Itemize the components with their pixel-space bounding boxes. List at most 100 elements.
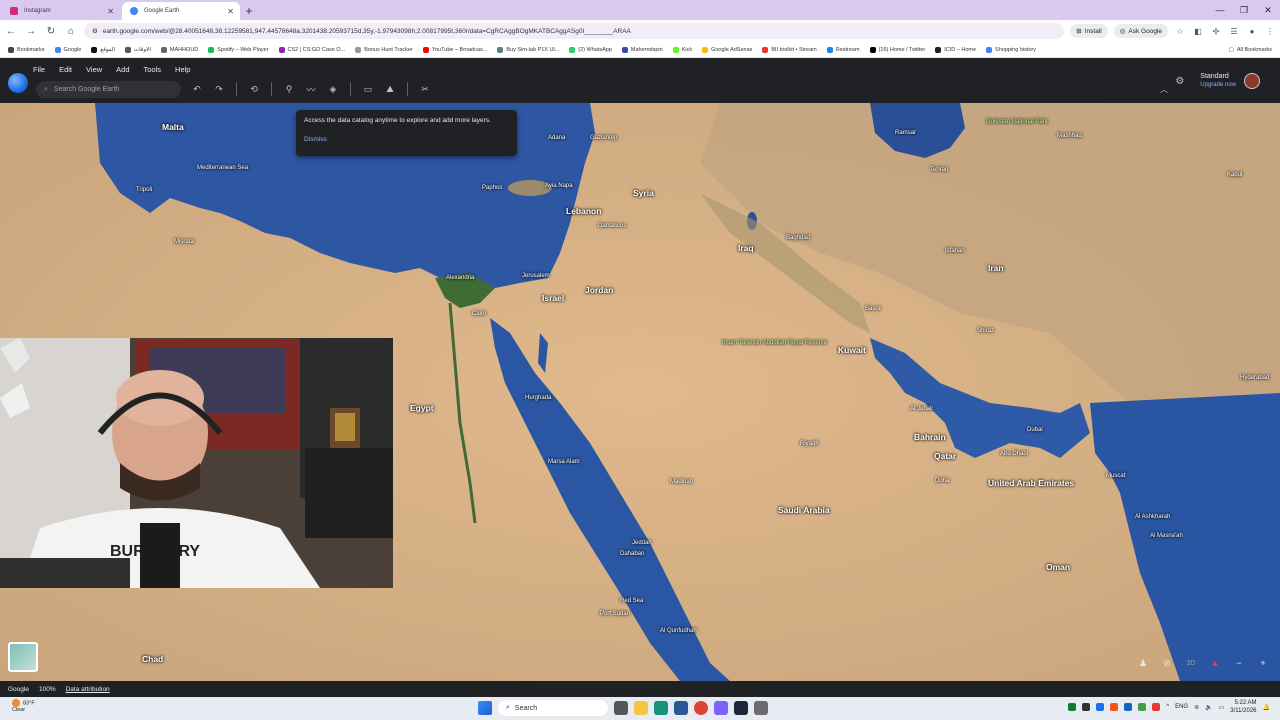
bookmark-item[interactable]: ICID – Home — [935, 46, 976, 53]
bookmark-item[interactable]: الاوقات — [125, 46, 151, 53]
bookmark-item[interactable]: الموقع — [91, 46, 115, 53]
tray-app-icon[interactable] — [1138, 703, 1147, 711]
tray-app-icon[interactable] — [1096, 703, 1105, 711]
map-label-muscat[interactable]: Muscat — [1106, 473, 1125, 479]
tray-app-icon[interactable] — [1152, 703, 1161, 711]
bookmark-item[interactable]: Google — [54, 46, 81, 53]
bookmark-item[interactable]: Google AdSense — [702, 46, 752, 53]
draw-path-icon[interactable]: 〰 — [304, 82, 318, 96]
map-label-kuwait[interactable]: Kuwait — [838, 345, 866, 355]
hide-3d-icon[interactable]: ⊘ — [1158, 655, 1176, 671]
map-label-shiraz[interactable]: Shiraz — [977, 328, 994, 334]
reload-icon[interactable]: ↻ — [44, 24, 58, 38]
settings-icon[interactable] — [754, 701, 768, 715]
map-label-misrata[interactable]: Misrata — [174, 239, 194, 245]
map-label-abu-dhabi[interactable]: Abu Dhabi — [1000, 451, 1028, 457]
install-button[interactable]: ⊞ Install — [1070, 24, 1108, 38]
bookmark-item[interactable]: BII toolkit • Stream — [762, 46, 817, 53]
add-placemark-icon[interactable]: ⚲ — [282, 82, 296, 96]
map-label-medina[interactable]: Madinah — [670, 479, 693, 485]
map-label-doha[interactable]: Doha — [935, 478, 949, 484]
settings-gear-icon[interactable]: ⚙ — [1175, 76, 1184, 87]
extensions-puzzle-icon[interactable]: ✣ — [1210, 25, 1222, 37]
map-style-thumbnail[interactable] — [8, 642, 38, 672]
map-label-ayia-napa[interactable]: Ayia Napa — [545, 183, 573, 189]
map-label-hurghada[interactable]: Hurghada — [525, 395, 551, 401]
language-indicator[interactable]: ENG — [1175, 704, 1188, 710]
redo-icon[interactable]: ↷ — [212, 82, 226, 96]
menu-view[interactable]: View — [86, 65, 102, 74]
maximize-icon[interactable]: ❐ — [1232, 0, 1256, 20]
map-label-tripoli[interactable]: Tripoli — [136, 187, 152, 193]
map-label-dubai[interactable]: Dubai — [1027, 427, 1043, 433]
site-info-icon[interactable]: ⚙ — [92, 27, 98, 35]
bookmark-item[interactable]: (2) WhatsApp — [569, 46, 612, 53]
map-label-malta[interactable]: Malta — [162, 122, 184, 132]
map-label-iraq[interactable]: Iraq — [738, 243, 754, 253]
file-explorer-icon[interactable] — [634, 701, 648, 715]
tab-instagram[interactable]: Instagram ✕ — [2, 2, 120, 20]
close-tab-icon[interactable]: ✕ — [107, 7, 114, 16]
pegman-icon[interactable]: ♟ — [1134, 655, 1152, 671]
task-view-icon[interactable] — [614, 701, 628, 715]
map-label-marsa-alam[interactable]: Marsa Alam — [548, 459, 580, 465]
bookmark-item[interactable]: CS2 | CS:GO Case O... — [278, 46, 345, 53]
map-label-israel[interactable]: Israel — [542, 293, 564, 303]
bookmark-item[interactable]: Shopping history — [986, 46, 1036, 53]
tray-app-icon[interactable] — [1082, 703, 1091, 711]
map-label-uae[interactable]: United Arab Emirates — [988, 478, 1074, 488]
bluetooth-icon[interactable] — [1124, 703, 1133, 711]
map-label-kabul[interactable]: Kabul — [1227, 172, 1242, 178]
close-tab-icon[interactable]: ✕ — [227, 7, 234, 16]
google-earth-logo-icon[interactable] — [8, 73, 28, 93]
collapse-chevron-icon[interactable]: ︿ — [1160, 84, 1168, 95]
map-label-egypt[interactable]: Egypt — [410, 403, 434, 413]
map-label-red-sea[interactable]: Red Sea — [620, 598, 643, 604]
map-label-paphos[interactable]: Paphos — [482, 185, 502, 191]
map-label-oman[interactable]: Oman — [1046, 562, 1070, 572]
zoom-out-icon[interactable]: − — [1230, 655, 1248, 671]
map-label-jerusalem[interactable]: Jerusalem — [522, 273, 550, 279]
star-icon[interactable]: ☆ — [1174, 25, 1186, 37]
measure-icon[interactable]: ▭ — [361, 82, 375, 96]
map-label-isfahan[interactable]: Isfahan — [945, 248, 965, 254]
clock[interactable]: 5:22 AM 3/11/2026 — [1230, 699, 1256, 715]
history-icon[interactable]: ⟲ — [247, 82, 261, 96]
avatar[interactable] — [1244, 73, 1260, 89]
edge-icon[interactable] — [654, 701, 668, 715]
chrome-icon[interactable] — [694, 701, 708, 715]
bookmark-item[interactable]: Bonus Hunt Tracker — [355, 46, 413, 53]
taskbar-search[interactable]: ⌕ Search — [498, 700, 608, 716]
layers-icon[interactable]: ◈ — [326, 82, 340, 96]
data-catalog-icon[interactable]: ⛰ — [383, 82, 397, 96]
map-label-hyderabad[interactable]: Hyderabad — [1240, 375, 1269, 381]
dismiss-button[interactable]: Dismiss — [304, 136, 327, 143]
bookmark-item[interactable]: (16) Home / Twitter — [869, 46, 925, 53]
tray-chevron-icon[interactable]: ^ — [1166, 704, 1169, 710]
map-label-port-sudan[interactable]: Port Sudan — [600, 611, 630, 617]
earth-map-view[interactable]: Malta Syria Lebanon Iraq Iran Israel Jordan Kuw… — [0, 103, 1280, 681]
menu-file[interactable]: File — [33, 65, 45, 74]
map-label-ramsar[interactable]: Ramsar — [895, 130, 916, 136]
forward-icon[interactable]: → — [24, 24, 38, 38]
steam-icon[interactable] — [734, 701, 748, 715]
ai-tools-icon[interactable]: ✂ — [418, 82, 432, 96]
bookmark-item[interactable]: Restream — [826, 46, 860, 53]
map-label-bahrain[interactable]: Bahrain — [914, 432, 946, 442]
map-label-damascus[interactable]: Damascus — [598, 223, 626, 229]
bookmark-item[interactable]: YouTube – Broadcas... — [422, 46, 487, 53]
map-label-al-ashkharah[interactable]: Al Ashkharah — [1135, 514, 1170, 520]
zoom-in-icon[interactable]: + — [1254, 655, 1272, 671]
map-label-chad[interactable]: Chad — [142, 654, 163, 664]
map-label-basra[interactable]: Basra — [865, 306, 881, 312]
app-icon[interactable] — [714, 701, 728, 715]
plan-info[interactable]: Standard Upgrade now — [1200, 72, 1236, 90]
map-label-gaziantep[interactable]: Gaziantep — [590, 135, 617, 141]
map-label-al-masnaah[interactable]: Al Masna'ah — [1150, 533, 1183, 539]
new-tab-button[interactable]: + — [240, 2, 258, 20]
menu-edit[interactable]: Edit — [59, 65, 72, 74]
bookmark-item[interactable]: Buy Sim-lab P1X Ul... — [497, 46, 559, 53]
volume-icon[interactable]: 🔈 — [1205, 704, 1212, 711]
map-label-tehran[interactable]: Tehran — [930, 167, 948, 173]
map-label-dahaban[interactable]: Dahaban — [620, 551, 644, 557]
